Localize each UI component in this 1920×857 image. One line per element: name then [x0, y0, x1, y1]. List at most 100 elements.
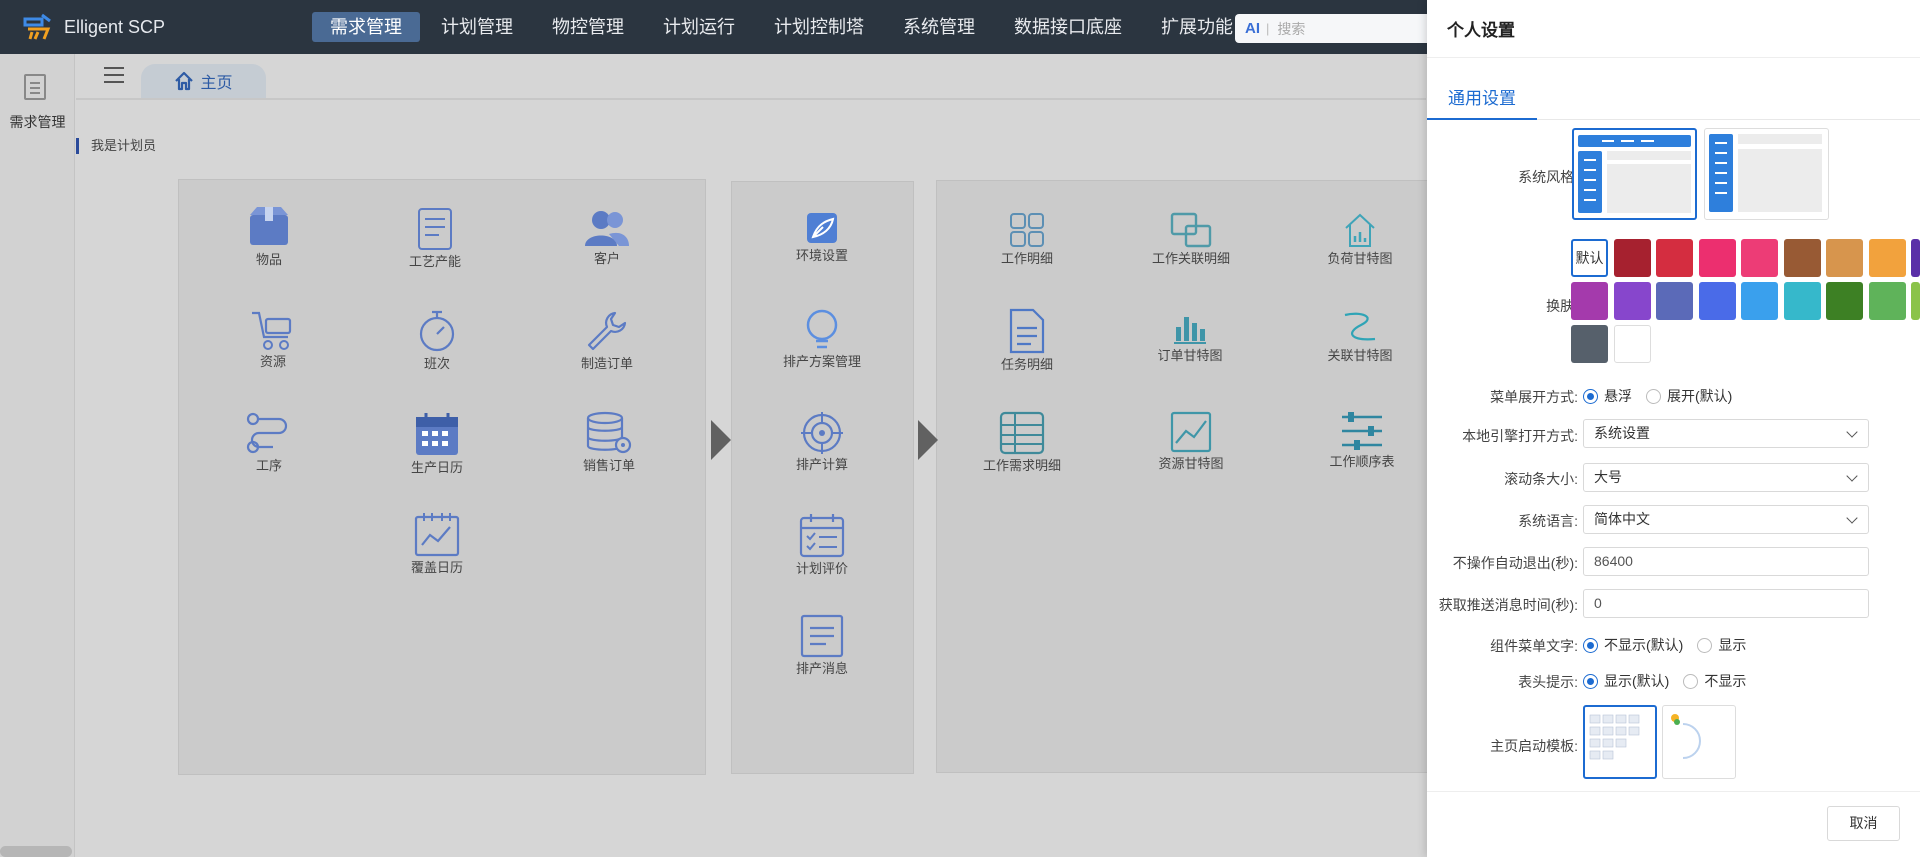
tile-label: 订单甘特图: [1157, 348, 1223, 363]
tile-manufacturing-order[interactable]: 制造订单: [537, 309, 677, 372]
radio-checked-icon[interactable]: [1583, 673, 1598, 689]
nav-material[interactable]: 物控管理: [534, 12, 642, 42]
engine-select[interactable]: 系统设置: [1583, 419, 1869, 448]
header-tip-show-option[interactable]: 显示(默认): [1583, 671, 1669, 691]
widget-text-label: 组件菜单文字:: [1490, 638, 1578, 654]
skin-color-swatch[interactable]: [1613, 239, 1651, 277]
menu-mode-float-option[interactable]: 悬浮: [1583, 386, 1632, 406]
skin-color-swatch[interactable]: [1571, 282, 1608, 320]
tile-environment-settings[interactable]: 环境设置: [752, 211, 892, 264]
drawer-header: 个人设置: [1427, 0, 1920, 58]
skin-color-swatch[interactable]: [1911, 239, 1920, 277]
home-template-option-flow[interactable]: [1662, 705, 1736, 779]
tile-customer[interactable]: 客户: [537, 208, 677, 267]
skin-color-swatch[interactable]: [1741, 239, 1778, 277]
style-option-top-nav[interactable]: [1572, 128, 1697, 220]
widget-text-show-option[interactable]: 显示: [1697, 635, 1746, 655]
skin-color-swatch[interactable]: [1613, 325, 1651, 363]
skin-default-swatch[interactable]: 默认: [1571, 239, 1608, 277]
widget-text-hide-option[interactable]: 不显示(默认): [1583, 635, 1683, 655]
skin-color-swatch[interactable]: [1826, 239, 1863, 277]
tab-home[interactable]: 主页: [141, 64, 266, 98]
push-interval-label: 获取推送消息时间(秒):: [1438, 597, 1578, 613]
tile-work-detail[interactable]: 工作明细: [957, 212, 1097, 267]
nav-demand[interactable]: 需求管理: [312, 12, 420, 42]
skin-color-swatch[interactable]: [1741, 282, 1778, 320]
tab-bar: 主页: [76, 54, 1426, 100]
engine-label: 本地引擎打开方式:: [1462, 428, 1578, 444]
skin-color-swatch[interactable]: [1783, 239, 1821, 277]
radio-unchecked-icon[interactable]: [1646, 388, 1661, 404]
tile-item[interactable]: 物品: [199, 205, 339, 268]
nav-plan[interactable]: 计划管理: [423, 12, 531, 42]
chevron-down-icon: [1846, 426, 1858, 438]
house-chart-icon: [1345, 213, 1375, 247]
skin-color-swatch[interactable]: [1868, 239, 1906, 277]
tile-scheduling-message[interactable]: 排产消息: [752, 614, 892, 677]
main-nav: 需求管理 计划管理 物控管理 计划运行 计划控制塔 系统管理 数据接口底座 扩展…: [312, 0, 1254, 54]
tile-scheduling-plan[interactable]: 排产方案管理: [752, 309, 892, 370]
tile-work-demand-detail[interactable]: 工作需求明细: [952, 411, 1092, 474]
skin-color-swatch[interactable]: [1826, 282, 1863, 320]
tile-resource-gantt[interactable]: 资源甘特图: [1121, 411, 1261, 472]
style-option-side-nav[interactable]: [1704, 128, 1829, 220]
radio-checked-icon[interactable]: [1583, 637, 1598, 653]
menu-toggle-icon[interactable]: [104, 67, 124, 83]
skin-color-swatch[interactable]: [1656, 282, 1693, 320]
chart-calendar-icon: [414, 513, 460, 557]
tile-shift[interactable]: 班次: [367, 309, 507, 372]
tile-link-gantt[interactable]: 关联甘特图: [1290, 311, 1430, 364]
tile-scheduling-calc[interactable]: 排产计算: [752, 412, 892, 473]
skin-color-swatch[interactable]: [1613, 282, 1651, 320]
home-template-label: 主页启动模板:: [1490, 738, 1578, 754]
radio-unchecked-icon[interactable]: [1697, 637, 1713, 653]
header-tip-hide-option[interactable]: 不显示: [1683, 671, 1746, 691]
link-squares-icon: [1170, 212, 1212, 248]
cancel-button[interactable]: 取消: [1827, 806, 1900, 841]
push-interval-input[interactable]: 0: [1583, 589, 1869, 618]
tile-task-detail[interactable]: 任务明细: [957, 308, 1097, 373]
tile-load-gantt[interactable]: 负荷甘特图: [1290, 212, 1430, 267]
autologout-input[interactable]: 86400: [1583, 547, 1869, 576]
nav-control-tower[interactable]: 计划控制塔: [756, 12, 882, 42]
tile-sales-order[interactable]: 销售订单: [539, 411, 679, 474]
tab-general-settings[interactable]: 通用设置: [1427, 80, 1537, 120]
horizontal-scrollbar[interactable]: [0, 846, 72, 857]
nav-run[interactable]: 计划运行: [645, 12, 753, 42]
scrollbar-size-select[interactable]: 大号: [1583, 463, 1869, 492]
tile-plan-evaluation[interactable]: 计划评价: [752, 512, 892, 577]
skin-color-swatch[interactable]: [1571, 325, 1608, 363]
nav-system[interactable]: 系统管理: [885, 12, 993, 42]
ai-icon[interactable]: AI: [1245, 20, 1260, 37]
skin-color-swatch[interactable]: [1656, 239, 1693, 277]
tile-resource[interactable]: 资源: [203, 309, 343, 370]
skin-color-swatch[interactable]: [1698, 282, 1736, 320]
skin-color-swatch[interactable]: [1911, 282, 1920, 320]
skin-color-swatch[interactable]: [1868, 282, 1906, 320]
radio-checked-icon[interactable]: [1583, 388, 1598, 404]
sidebar-item-demand[interactable]: 需求管理: [0, 112, 75, 132]
tile-coverage-calendar[interactable]: 覆盖日历: [367, 511, 507, 576]
menu-mode-label: 菜单展开方式:: [1490, 389, 1578, 405]
skin-color-swatch[interactable]: [1783, 282, 1821, 320]
chevron-down-icon: [1846, 470, 1858, 482]
nav-data-interface[interactable]: 数据接口底座: [996, 12, 1140, 42]
tile-work-link-detail[interactable]: 工作关联明细: [1121, 212, 1261, 267]
document-icon[interactable]: [24, 74, 46, 100]
tile-label: 资源: [259, 354, 286, 369]
language-select[interactable]: 简体中文: [1583, 505, 1869, 534]
tile-production-calendar[interactable]: 生产日历: [367, 411, 507, 476]
tile-process-capacity[interactable]: 工艺产能: [365, 207, 505, 270]
option-label: 显示(默认): [1604, 673, 1670, 689]
app-logo[interactable]: Elligent SCP: [22, 11, 312, 43]
menu-mode-expand-option[interactable]: 展开(默认): [1646, 386, 1732, 406]
document-icon: [418, 208, 452, 250]
skin-color-swatch[interactable]: [1698, 239, 1736, 277]
tile-work-sequence[interactable]: 工作顺序表: [1292, 411, 1432, 470]
tile-operation[interactable]: 工序: [199, 411, 339, 474]
home-template-option-grid[interactable]: [1583, 705, 1657, 779]
radio-unchecked-icon[interactable]: [1683, 673, 1699, 689]
leaf-icon: [807, 213, 837, 243]
tile-label: 客户: [593, 251, 620, 266]
tile-order-gantt[interactable]: 订单甘特图: [1120, 311, 1260, 364]
